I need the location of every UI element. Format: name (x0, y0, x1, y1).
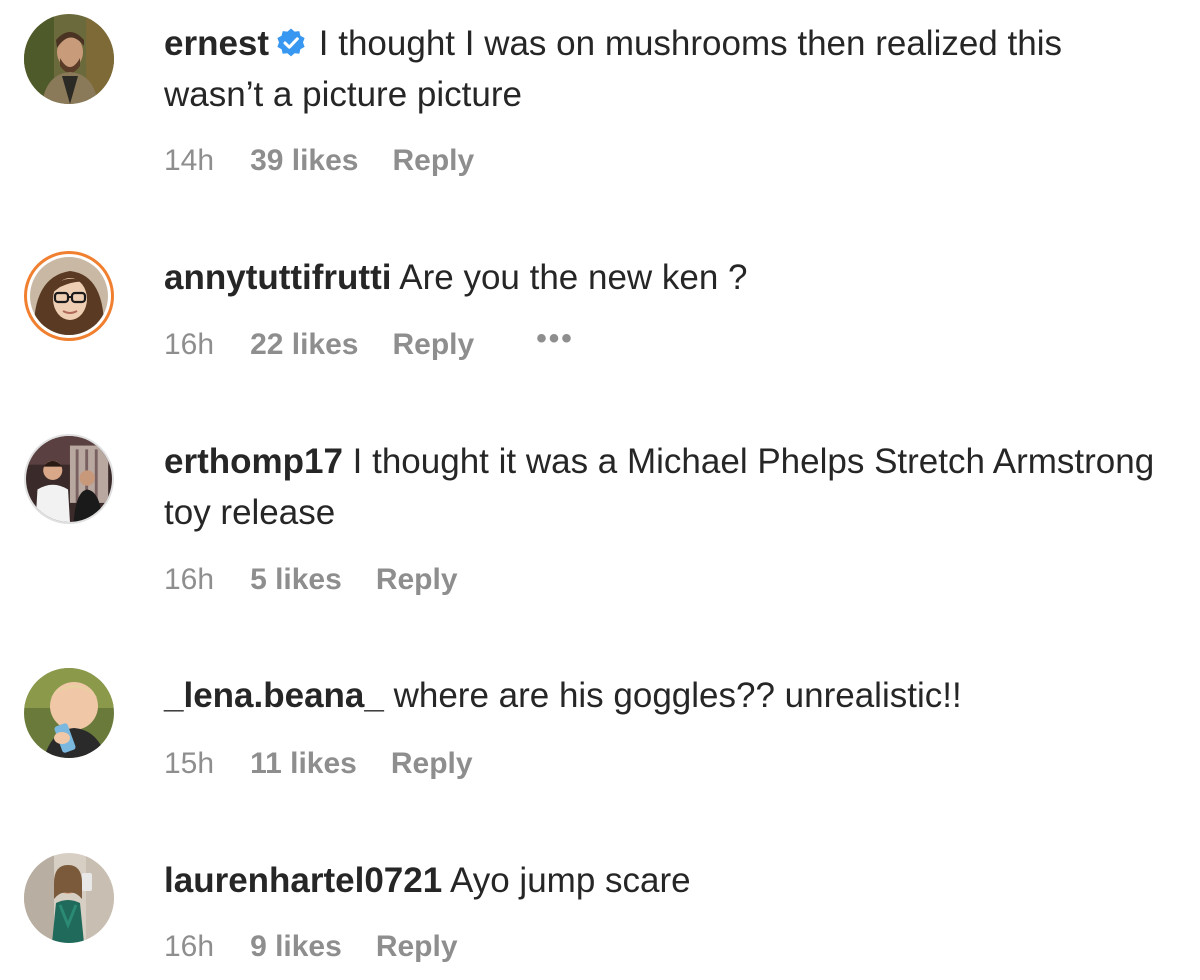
avatar-image (24, 853, 114, 943)
avatar-lena-beana[interactable] (24, 668, 114, 758)
reply-button[interactable]: Reply (393, 144, 475, 178)
comment-likes[interactable]: 39 likes (250, 144, 358, 178)
verified-badge-icon (275, 22, 307, 57)
avatar-image (26, 436, 112, 522)
comment-meta: 16h 9 likes Reply (164, 930, 458, 964)
comment-text: ernest I thought I was on mushrooms then… (164, 18, 1170, 120)
comment-username[interactable]: _lena.beana_ (164, 676, 384, 715)
comment-meta: 15h 11 likes Reply (164, 747, 473, 781)
comment-text: _lena.beana_ where are his goggles?? unr… (164, 670, 1170, 721)
comment-username[interactable]: laurenhartel0721 (164, 861, 442, 900)
comment-body: Ayo jump scare (450, 861, 691, 900)
comment-time: 15h (164, 747, 215, 780)
comment-body: where are his goggles?? unrealistic!! (393, 676, 962, 715)
avatar-erthomp17[interactable] (24, 434, 114, 524)
comment-meta: 14h 39 likes Reply (164, 144, 474, 178)
comment-username[interactable]: annytuttifrutti (164, 258, 391, 297)
comment-text: erthomp17 I thought it was a Michael Phe… (164, 436, 1170, 538)
comment-username[interactable]: ernest (164, 24, 269, 63)
comment-time: 16h (164, 563, 215, 596)
comment-meta: 16h 22 likes Reply ••• (164, 322, 574, 362)
avatar-laurenhartel0721[interactable] (24, 853, 114, 943)
comment-text: laurenhartel0721 Ayo jump scare (164, 855, 1170, 906)
more-options-icon[interactable]: ••• (536, 322, 574, 356)
comment-likes[interactable]: 22 likes (250, 328, 358, 362)
comment-likes[interactable]: 11 likes (250, 747, 357, 781)
comment-likes[interactable]: 9 likes (250, 930, 342, 964)
comment-username[interactable]: erthomp17 (164, 442, 343, 481)
avatar-image (30, 257, 108, 335)
comment-body: Are you the new ken ? (399, 258, 748, 297)
comment-time: 14h (164, 144, 215, 177)
reply-button[interactable]: Reply (376, 563, 458, 597)
reply-button[interactable]: Reply (393, 328, 475, 362)
reply-button[interactable]: Reply (391, 747, 473, 781)
avatar-annytuttifrutti[interactable] (24, 251, 114, 341)
reply-button[interactable]: Reply (376, 930, 458, 964)
avatar-ernest[interactable] (24, 14, 114, 104)
comment-meta: 16h 5 likes Reply (164, 563, 458, 597)
avatar-image (24, 14, 114, 104)
comment-text: annytuttifrutti Are you the new ken ? (164, 252, 1170, 303)
avatar-image (24, 668, 114, 758)
comment-time: 16h (164, 930, 215, 963)
comment-likes[interactable]: 5 likes (250, 563, 342, 597)
comment-time: 16h (164, 328, 215, 361)
